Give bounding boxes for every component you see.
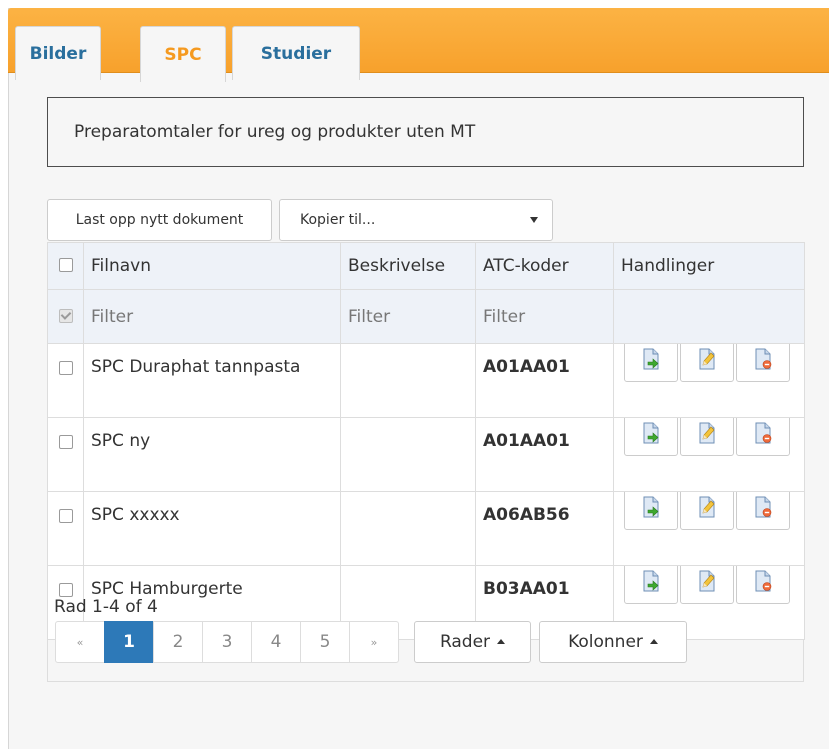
- column-header-actions: Handlinger: [613, 242, 805, 290]
- delete-document-button[interactable]: [736, 492, 790, 530]
- columns-dropdown-button[interactable]: Kolonner: [539, 621, 687, 663]
- row-checkbox-cell: [47, 417, 84, 492]
- filter-checkbox[interactable]: [58, 308, 73, 323]
- select-all-checkbox[interactable]: [58, 258, 73, 272]
- page-3-button[interactable]: 3: [202, 621, 252, 663]
- documents-table: Filnavn Beskrivelse ATC-koder Handlinger…: [47, 242, 805, 640]
- move-document-icon: [642, 348, 660, 375]
- edit-document-icon: [698, 422, 716, 449]
- info-text: Preparatomtaler for ureg og produkter ut…: [74, 122, 476, 142]
- caret-up-icon: [649, 638, 658, 644]
- edit-document-icon: [698, 348, 716, 375]
- tab-label: SPC: [164, 44, 202, 65]
- table-row[interactable]: SPC ny A01AA01: [47, 417, 805, 492]
- rows-label: Rader: [439, 632, 491, 652]
- edit-document-button[interactable]: [680, 418, 734, 456]
- info-box: Preparatomtaler for ureg og produkter ut…: [47, 97, 804, 167]
- row-actions: [613, 491, 805, 566]
- row-filename[interactable]: SPC xxxxx: [83, 491, 341, 566]
- row-filename[interactable]: SPC ny: [83, 417, 341, 492]
- edit-document-button[interactable]: [680, 344, 734, 382]
- move-document-button[interactable]: [624, 344, 678, 382]
- row-checkbox[interactable]: [58, 361, 73, 375]
- row-checkbox[interactable]: [58, 583, 73, 597]
- row-actions: [613, 343, 805, 418]
- table-row[interactable]: SPC xxxxx A06AB56: [47, 491, 805, 566]
- row-checkbox-cell: [47, 491, 84, 566]
- pagination: « 1 2 3 4 5 »: [55, 621, 399, 663]
- row-count-summary: Rad 1-4 of 4: [54, 597, 158, 617]
- page-4-button[interactable]: 4: [251, 621, 301, 663]
- header-row: Filnavn Beskrivelse ATC-koder Handlinger: [47, 242, 805, 290]
- row-checkbox[interactable]: [58, 509, 73, 523]
- column-header-description[interactable]: Beskrivelse: [340, 242, 476, 290]
- tab-bar: Bilder SPC Studier: [8, 8, 829, 82]
- row-atc: A01AA01: [475, 417, 614, 492]
- tab-studier[interactable]: Studier: [232, 26, 360, 80]
- column-header-atc[interactable]: ATC-koder: [475, 242, 614, 290]
- row-description: [340, 417, 476, 492]
- row-atc: A01AA01: [475, 343, 614, 418]
- delete-document-icon: [754, 348, 772, 375]
- move-document-icon: [642, 496, 660, 523]
- copy-to-select[interactable]: Kopier til...: [279, 199, 553, 241]
- filter-description[interactable]: Filter: [340, 289, 476, 344]
- columns-label: Kolonner: [568, 632, 643, 652]
- row-checkbox-cell: [47, 343, 84, 418]
- filter-actions-empty: [613, 289, 805, 344]
- filter-filename[interactable]: Filter: [83, 289, 341, 344]
- upload-document-button[interactable]: Last opp nytt dokument: [47, 199, 272, 241]
- filter-row: Filter Filter Filter: [47, 289, 805, 344]
- tab-bilder[interactable]: Bilder: [15, 26, 101, 80]
- caret-up-icon: [497, 638, 506, 644]
- column-header-filename[interactable]: Filnavn: [83, 242, 341, 290]
- row-actions: [613, 417, 805, 492]
- select-all-cell: [47, 242, 84, 290]
- move-document-button[interactable]: [624, 566, 678, 604]
- edit-document-button[interactable]: [680, 492, 734, 530]
- copy-to-value: Kopier til...: [300, 212, 376, 228]
- rows-dropdown-button[interactable]: Rader: [414, 621, 531, 663]
- filter-atc[interactable]: Filter: [475, 289, 614, 344]
- row-checkbox[interactable]: [58, 435, 73, 449]
- delete-document-button[interactable]: [736, 418, 790, 456]
- upload-document-label: Last opp nytt dokument: [75, 212, 244, 228]
- tab-label: Studier: [260, 43, 332, 64]
- move-document-icon: [642, 570, 660, 597]
- row-filename[interactable]: SPC Duraphat tannpasta: [83, 343, 341, 418]
- move-document-button[interactable]: [624, 492, 678, 530]
- edit-document-icon: [698, 570, 716, 597]
- table-row[interactable]: SPC Duraphat tannpasta A01AA01: [47, 343, 805, 418]
- documents-table-wrap: Filnavn Beskrivelse ATC-koder Handlinger…: [47, 242, 805, 682]
- page-last-button[interactable]: »: [349, 621, 399, 663]
- filter-checkbox-cell: [47, 289, 84, 344]
- delete-document-button[interactable]: [736, 344, 790, 382]
- page-1-button[interactable]: 1: [104, 621, 154, 663]
- page-5-button[interactable]: 5: [300, 621, 350, 663]
- caret-down-icon: [530, 217, 538, 223]
- move-document-icon: [642, 422, 660, 449]
- row-description: [340, 343, 476, 418]
- row-atc: A06AB56: [475, 491, 614, 566]
- delete-document-icon: [754, 422, 772, 449]
- edit-document-button[interactable]: [680, 566, 734, 604]
- edit-document-icon: [698, 496, 716, 523]
- move-document-button[interactable]: [624, 418, 678, 456]
- page-first-button[interactable]: «: [55, 621, 105, 663]
- tab-spc[interactable]: SPC: [140, 26, 226, 82]
- delete-document-button[interactable]: [736, 566, 790, 604]
- page-2-button[interactable]: 2: [153, 621, 203, 663]
- row-description: [340, 491, 476, 566]
- delete-document-icon: [754, 570, 772, 597]
- delete-document-icon: [754, 496, 772, 523]
- tab-label: Bilder: [29, 43, 87, 64]
